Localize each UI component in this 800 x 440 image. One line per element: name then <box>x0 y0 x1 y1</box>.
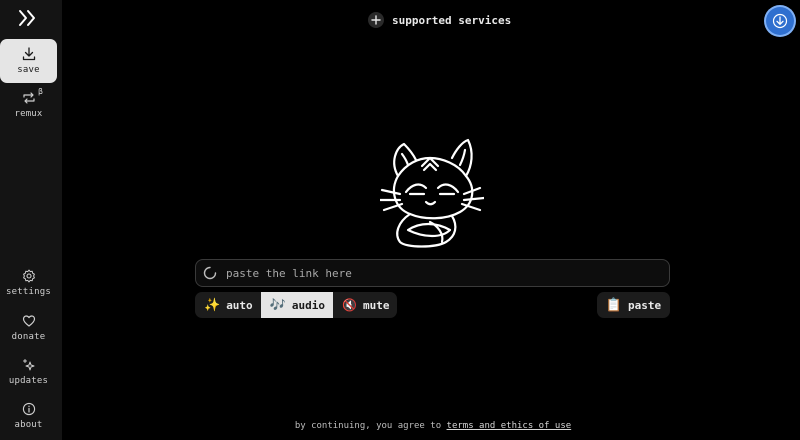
loading-spinner-icon <box>203 266 217 280</box>
music-notes-icon: 🎶 <box>269 297 286 313</box>
download-icon <box>22 47 35 61</box>
sidebar-item-label: settings <box>6 287 51 297</box>
sidebar-item-label: donate <box>11 332 46 342</box>
logo-icon[interactable] <box>18 9 38 27</box>
link-input-container[interactable] <box>195 259 670 287</box>
heart-icon <box>22 315 35 327</box>
mode-auto-button[interactable]: ✨ auto <box>195 292 261 318</box>
gear-icon <box>22 269 35 283</box>
arrow-down-icon <box>772 13 788 29</box>
sidebar-item-updates[interactable]: updates <box>0 358 57 386</box>
supported-services-button[interactable]: supported services <box>368 11 511 29</box>
supported-services-label: supported services <box>392 13 512 27</box>
info-icon <box>22 402 35 416</box>
sidebar-item-label: save <box>17 65 40 75</box>
sparkles-icon: ✨ <box>204 297 221 313</box>
sidebar-item-remux[interactable]: β remux <box>0 87 57 119</box>
terms-link[interactable]: terms and ethics of use <box>447 421 572 431</box>
mode-label: audio <box>291 298 325 312</box>
mode-label: auto <box>226 298 253 312</box>
footer-prefix: by continuing, you agree to <box>294 421 442 431</box>
link-input[interactable] <box>224 265 669 281</box>
mode-label: mute <box>362 298 390 312</box>
footer-notice: by continuing, you agree to terms and et… <box>0 421 800 431</box>
paste-label: paste <box>628 298 662 312</box>
mode-audio-button[interactable]: 🎶 audio <box>260 292 333 318</box>
sparkle-icon <box>22 359 34 371</box>
sidebar-item-donate[interactable]: donate <box>0 314 57 342</box>
sidebar-item-label: remux <box>14 109 43 119</box>
paste-button[interactable]: 📋 paste <box>597 292 670 318</box>
beta-badge: β <box>38 87 43 96</box>
remux-icon <box>22 92 35 104</box>
cat-mascot-icon <box>380 138 484 248</box>
update-download-button[interactable] <box>766 7 794 35</box>
sidebar-item-settings[interactable]: settings <box>0 269 57 297</box>
muted-speaker-icon: 🔇 <box>342 298 357 312</box>
sidebar: save β remux settings donate updates abo… <box>0 0 62 440</box>
sidebar-item-save[interactable]: save <box>0 39 57 83</box>
sidebar-item-label: updates <box>8 376 49 386</box>
plus-icon <box>368 12 384 28</box>
clipboard-icon: 📋 <box>605 297 623 313</box>
mode-mute-button[interactable]: 🔇 mute <box>333 292 397 318</box>
download-mode-switcher: ✨ auto 🎶 audio 🔇 mute <box>195 292 398 318</box>
